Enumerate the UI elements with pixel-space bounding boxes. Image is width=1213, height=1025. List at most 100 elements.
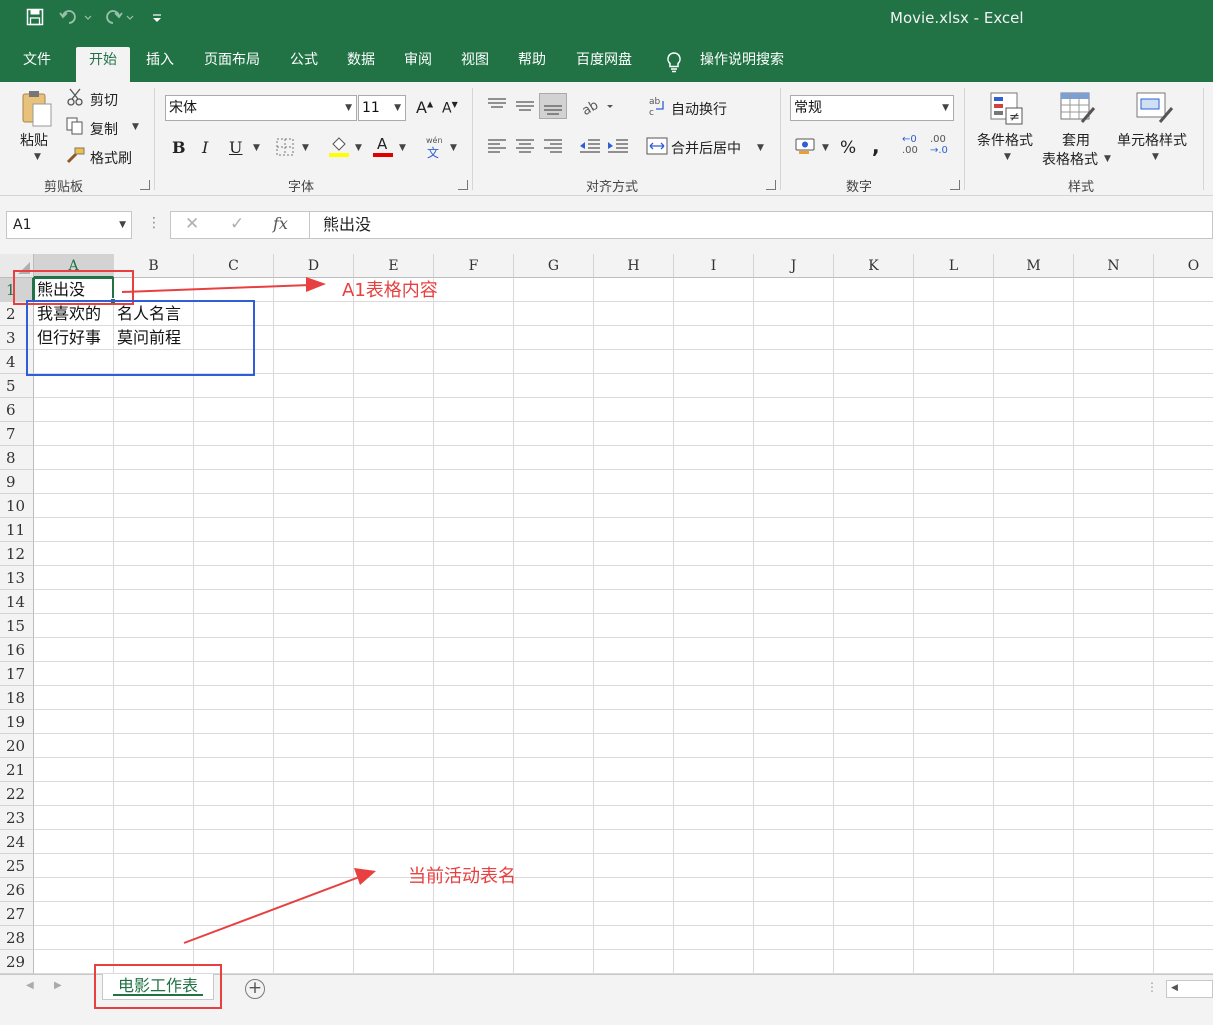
column-header-j[interactable]: J bbox=[754, 254, 834, 278]
column-header-l[interactable]: L bbox=[914, 254, 994, 278]
align-left-icon[interactable] bbox=[486, 136, 508, 156]
save-icon[interactable] bbox=[24, 8, 46, 30]
borders-dropdown-icon[interactable]: ▼ bbox=[302, 143, 309, 153]
row-header-3[interactable]: 3 bbox=[0, 326, 34, 350]
format-painter-button[interactable]: 格式刷 bbox=[90, 148, 132, 168]
cell-styles-button[interactable]: 单元格样式 bbox=[1117, 130, 1187, 150]
alignment-launcher-icon[interactable] bbox=[766, 180, 776, 190]
row-header-22[interactable]: 22 bbox=[0, 782, 34, 806]
cut-button[interactable]: 剪切 bbox=[90, 90, 118, 110]
row-header-4[interactable]: 4 bbox=[0, 350, 34, 374]
table-dropdown-icon[interactable]: ▼ bbox=[1104, 154, 1111, 164]
row-header-15[interactable]: 15 bbox=[0, 614, 34, 638]
merge-center-button[interactable]: 合并后居中 bbox=[671, 138, 741, 158]
row-header-20[interactable]: 20 bbox=[0, 734, 34, 758]
column-header-c[interactable]: C bbox=[194, 254, 274, 278]
row-header-29[interactable]: 29 bbox=[0, 950, 34, 974]
align-bottom-icon[interactable] bbox=[539, 93, 567, 119]
phonetic-dropdown-icon[interactable]: ▼ bbox=[450, 143, 457, 153]
accounting-dropdown-icon[interactable]: ▼ bbox=[822, 143, 829, 153]
column-header-b[interactable]: B bbox=[114, 254, 194, 278]
paste-button[interactable]: 粘贴 bbox=[20, 130, 48, 150]
row-header-26[interactable]: 26 bbox=[0, 878, 34, 902]
font-color-icon[interactable]: A bbox=[372, 134, 394, 158]
row-header-8[interactable]: 8 bbox=[0, 446, 34, 470]
undo-icon[interactable] bbox=[58, 8, 94, 30]
column-header-m[interactable]: M bbox=[994, 254, 1074, 278]
row-header-9[interactable]: 9 bbox=[0, 470, 34, 494]
redo-icon[interactable] bbox=[102, 8, 138, 30]
clipboard-launcher-icon[interactable] bbox=[140, 180, 150, 190]
sheet-next-icon[interactable]: ▶ bbox=[54, 980, 62, 991]
row-header-23[interactable]: 23 bbox=[0, 806, 34, 830]
row-header-10[interactable]: 10 bbox=[0, 494, 34, 518]
format-as-table-top[interactable]: 套用 bbox=[1062, 130, 1090, 150]
row-header-28[interactable]: 28 bbox=[0, 926, 34, 950]
font-name-combo[interactable]: 宋体 ▼ bbox=[165, 95, 357, 121]
tab-review[interactable]: 审阅 bbox=[396, 47, 440, 82]
formula-input[interactable]: 熊出没 bbox=[310, 211, 1213, 239]
comma-style-button[interactable]: , bbox=[872, 134, 880, 158]
copy-button[interactable]: 复制 bbox=[90, 119, 118, 139]
sheet-prev-icon[interactable]: ◀ bbox=[26, 980, 34, 991]
align-center-icon[interactable] bbox=[514, 136, 536, 156]
phonetic-guide-icon[interactable]: wén 文 bbox=[424, 134, 446, 160]
format-as-table-icon[interactable] bbox=[1058, 90, 1096, 126]
align-top-icon[interactable] bbox=[486, 96, 508, 116]
row-header-6[interactable]: 6 bbox=[0, 398, 34, 422]
cell-styles-dropdown-icon[interactable]: ▼ bbox=[1152, 152, 1159, 162]
column-header-f[interactable]: F bbox=[434, 254, 514, 278]
tell-me-search[interactable]: 操作说明搜索 bbox=[692, 47, 792, 82]
paste-icon[interactable] bbox=[18, 88, 56, 128]
font-launcher-icon[interactable] bbox=[458, 180, 468, 190]
row-header-24[interactable]: 24 bbox=[0, 830, 34, 854]
decrease-font-icon[interactable]: A▼ bbox=[442, 100, 458, 117]
name-box[interactable]: A1 ▼ bbox=[6, 211, 132, 239]
copy-dropdown-icon[interactable]: ▼ bbox=[132, 122, 139, 132]
bold-button[interactable]: B bbox=[172, 138, 186, 157]
tab-formulas[interactable]: 公式 bbox=[282, 47, 326, 82]
conditional-dropdown-icon[interactable]: ▼ bbox=[1004, 152, 1011, 162]
percent-style-button[interactable]: % bbox=[840, 138, 856, 158]
row-header-1[interactable]: 1 bbox=[0, 278, 34, 302]
conditional-formatting-icon[interactable]: ≠ bbox=[988, 90, 1026, 126]
column-header-o[interactable]: O bbox=[1154, 254, 1213, 278]
sheet-tab-active[interactable]: 电影工作表 bbox=[102, 974, 214, 1000]
increase-font-icon[interactable]: A▲ bbox=[416, 98, 433, 117]
cancel-icon[interactable]: ✕ bbox=[185, 214, 199, 234]
cell-area[interactable]: 熊出没 我喜欢的 名人名言 但行好事 莫问前程 bbox=[34, 278, 1213, 974]
select-all-corner[interactable] bbox=[0, 254, 34, 278]
tab-file[interactable]: 文件 bbox=[14, 47, 60, 82]
row-header-27[interactable]: 27 bbox=[0, 902, 34, 926]
row-header-21[interactable]: 21 bbox=[0, 758, 34, 782]
tab-page-layout[interactable]: 页面布局 bbox=[196, 47, 268, 82]
customize-qat-icon[interactable] bbox=[148, 8, 166, 30]
conditional-formatting-button[interactable]: 条件格式 bbox=[977, 130, 1033, 150]
fill-handle[interactable] bbox=[110, 298, 116, 304]
tab-view[interactable]: 视图 bbox=[452, 47, 498, 82]
merge-dropdown-icon[interactable]: ▼ bbox=[757, 143, 764, 153]
format-as-table-button[interactable]: 表格格式 bbox=[1042, 149, 1098, 169]
align-middle-icon[interactable] bbox=[514, 96, 536, 116]
cell-a2[interactable]: 我喜欢的 bbox=[34, 302, 101, 326]
fill-color-dropdown-icon[interactable]: ▼ bbox=[355, 143, 362, 153]
align-right-icon[interactable] bbox=[542, 136, 564, 156]
worksheet-grid[interactable]: ABCDEFGHIJKLMNO 1 2 3 4 5 6 7 8 9 10 11 12 13 14 15 16 1… bbox=[0, 254, 1213, 974]
row-header-2[interactable]: 2 bbox=[0, 302, 34, 326]
paste-dropdown-icon[interactable]: ▼ bbox=[34, 152, 41, 162]
row-header-16[interactable]: 16 bbox=[0, 638, 34, 662]
tab-baidu-netdisk[interactable]: 百度网盘 bbox=[566, 47, 642, 82]
tab-help[interactable]: 帮助 bbox=[510, 47, 554, 82]
accounting-format-icon[interactable] bbox=[794, 136, 818, 156]
column-header-g[interactable]: G bbox=[514, 254, 594, 278]
row-header-14[interactable]: 14 bbox=[0, 590, 34, 614]
orientation-icon[interactable]: ab bbox=[580, 94, 614, 119]
horizontal-scrollbar[interactable]: ◀ bbox=[1166, 980, 1213, 998]
row-header-18[interactable]: 18 bbox=[0, 686, 34, 710]
column-header-d[interactable]: D bbox=[274, 254, 354, 278]
decrease-indent-icon[interactable] bbox=[578, 136, 602, 156]
underline-button[interactable]: U bbox=[229, 138, 242, 157]
cell-a3[interactable]: 但行好事 bbox=[34, 326, 101, 350]
font-color-dropdown-icon[interactable]: ▼ bbox=[399, 143, 406, 153]
number-format-combo[interactable]: 常规 ▼ bbox=[790, 95, 954, 121]
